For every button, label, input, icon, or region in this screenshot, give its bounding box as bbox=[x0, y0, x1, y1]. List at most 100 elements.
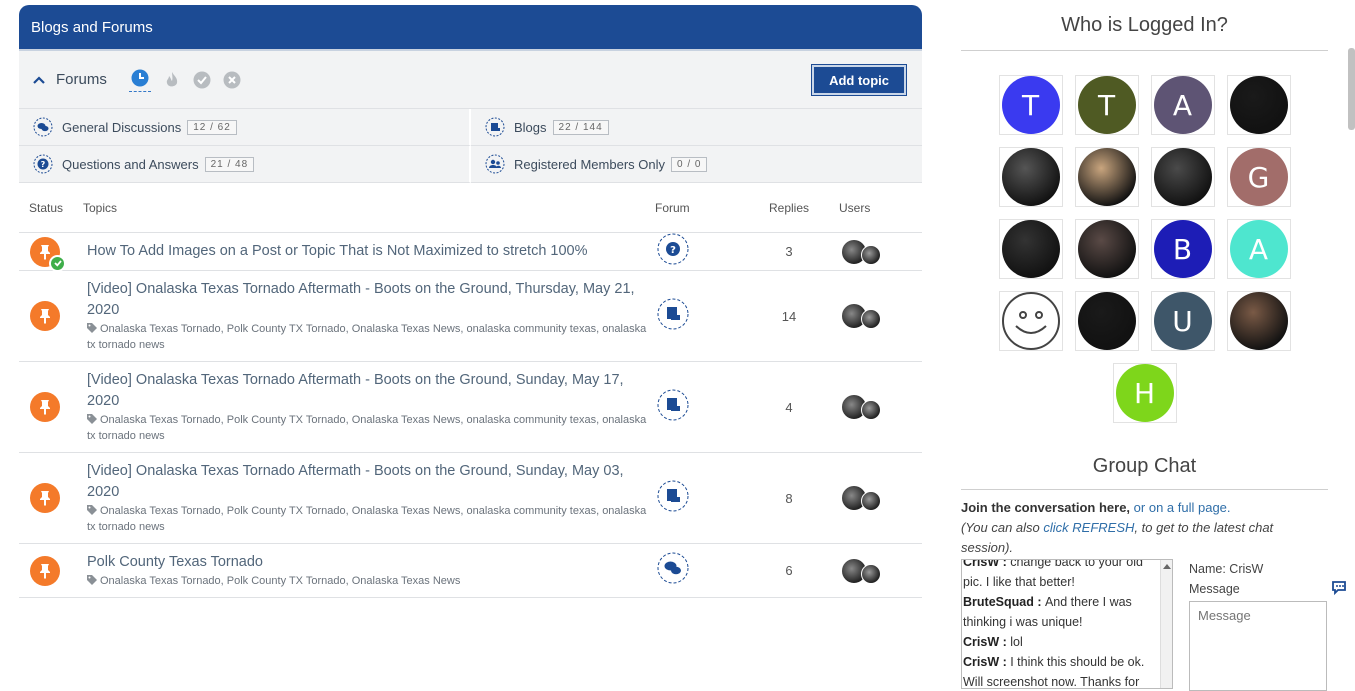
topic-tags-text: Onalaska Texas Tornado, Polk County TX T… bbox=[100, 575, 461, 587]
avatar[interactable]: G bbox=[1229, 148, 1288, 206]
pinned-icon bbox=[30, 301, 60, 331]
avatar[interactable] bbox=[1077, 220, 1136, 278]
user-avatar[interactable] bbox=[861, 309, 881, 329]
table-row[interactable]: [Video] Onalaska Texas Tornado Aftermath… bbox=[19, 362, 922, 453]
logged-in-user[interactable]: T bbox=[998, 75, 1063, 135]
category-registered-members-only[interactable]: Registered Members Only 0 / 0 bbox=[471, 146, 922, 183]
forum-panel: Blogs and Forums Forums Add topic Genera… bbox=[19, 5, 922, 598]
topic-tags-text: Onalaska Texas Tornado, Polk County TX T… bbox=[87, 323, 647, 351]
avatar[interactable] bbox=[1077, 148, 1136, 206]
column-header-status: Status bbox=[29, 200, 64, 215]
pinned-icon bbox=[30, 555, 60, 586]
filter-recent-clock-icon[interactable] bbox=[128, 68, 151, 92]
chat-message-input[interactable] bbox=[1189, 601, 1327, 691]
topic-forum[interactable] bbox=[655, 298, 739, 335]
chat-log[interactable]: CrisW : change back to your old pic. I l… bbox=[961, 559, 1173, 689]
group-chat-title: Group Chat bbox=[1092, 455, 1197, 477]
avatar[interactable]: U bbox=[1153, 292, 1212, 350]
discussion-icon[interactable] bbox=[657, 552, 689, 584]
floating-chat-icon[interactable] bbox=[1330, 578, 1350, 598]
refresh-link[interactable]: click REFRESH bbox=[1043, 520, 1134, 535]
logged-in-user[interactable]: U bbox=[1150, 291, 1215, 351]
user-avatar[interactable] bbox=[861, 244, 881, 265]
topic-forum[interactable] bbox=[655, 552, 739, 589]
topic-title-link[interactable]: [Video] Onalaska Texas Tornado Aftermath… bbox=[87, 279, 655, 321]
chat-message-separator: : bbox=[1033, 595, 1045, 609]
logged-in-user[interactable]: H bbox=[1112, 363, 1177, 423]
filter-closed-x-icon[interactable] bbox=[223, 71, 241, 89]
user-avatar[interactable] bbox=[861, 400, 881, 420]
logged-in-user[interactable]: B bbox=[1150, 219, 1215, 279]
tag-icon bbox=[87, 575, 97, 585]
topic-users[interactable] bbox=[839, 557, 922, 584]
category-questions-and-answers[interactable]: ? Questions and Answers 21 / 48 bbox=[19, 146, 471, 183]
logged-in-user[interactable]: A bbox=[1226, 219, 1291, 279]
table-row[interactable]: How To Add Images on a Post or Topic Tha… bbox=[19, 233, 922, 272]
add-topic-button[interactable]: Add topic bbox=[811, 64, 907, 96]
logged-in-user[interactable] bbox=[998, 291, 1063, 351]
topic-users[interactable] bbox=[839, 303, 922, 329]
avatar[interactable] bbox=[1077, 292, 1136, 350]
avatar[interactable]: A bbox=[1229, 220, 1288, 278]
page-scrollbar-thumb[interactable] bbox=[1348, 48, 1355, 130]
topic-title-link[interactable]: How To Add Images on a Post or Topic Tha… bbox=[87, 241, 655, 262]
user-avatar[interactable] bbox=[861, 491, 881, 511]
blog-icon[interactable] bbox=[657, 389, 689, 421]
logged-in-user[interactable]: T bbox=[1074, 75, 1139, 135]
avatar[interactable]: T bbox=[1001, 76, 1060, 134]
question-icon[interactable]: ? bbox=[657, 233, 689, 265]
topic-forum[interactable] bbox=[655, 480, 739, 517]
user-avatar[interactable] bbox=[861, 563, 881, 584]
topic-title-link[interactable]: Polk County Texas Tornado bbox=[87, 552, 655, 573]
topic-replies: 14 bbox=[781, 308, 797, 324]
smiley-avatar-icon[interactable] bbox=[1001, 292, 1060, 350]
avatar[interactable] bbox=[1001, 220, 1060, 278]
filter-solved-check-icon[interactable] bbox=[193, 71, 211, 89]
topic-title-link[interactable]: [Video] Onalaska Texas Tornado Aftermath… bbox=[87, 461, 655, 503]
blog-icon[interactable] bbox=[657, 480, 689, 512]
chat-scrollbar[interactable] bbox=[1160, 560, 1172, 688]
logged-in-user[interactable] bbox=[1074, 291, 1139, 351]
filter-hot-flame-icon[interactable] bbox=[163, 71, 181, 89]
topic-title-link[interactable]: [Video] Onalaska Texas Tornado Aftermath… bbox=[87, 370, 655, 412]
chat-note-start: (You can also bbox=[961, 520, 1044, 535]
pinned-icon bbox=[30, 483, 60, 513]
full-page-link[interactable]: or on a full page. bbox=[1134, 500, 1231, 515]
category-blogs[interactable]: Blogs 22 / 144 bbox=[471, 109, 922, 146]
topic-users[interactable] bbox=[839, 485, 922, 511]
chat-messages: CrisW : change back to your old pic. I l… bbox=[963, 560, 1158, 688]
avatar[interactable] bbox=[1153, 148, 1212, 206]
logged-in-user[interactable]: A bbox=[1150, 75, 1215, 135]
topic-forum[interactable] bbox=[655, 389, 739, 426]
logged-in-user[interactable] bbox=[1150, 147, 1215, 207]
avatar[interactable]: T bbox=[1077, 76, 1136, 134]
logged-in-user[interactable] bbox=[1226, 75, 1291, 135]
chat-intro: Join the conversation here, or on a full… bbox=[961, 498, 1328, 558]
blog-icon[interactable] bbox=[657, 298, 689, 330]
avatar[interactable]: A bbox=[1153, 76, 1212, 134]
avatar[interactable] bbox=[1229, 76, 1288, 134]
topic-replies: 3 bbox=[785, 244, 793, 259]
table-row[interactable]: [Video] Onalaska Texas Tornado Aftermath… bbox=[19, 453, 922, 544]
topic-users[interactable] bbox=[839, 394, 922, 420]
category-general-discussions[interactable]: General Discussions 12 / 62 bbox=[19, 109, 471, 146]
topic-forum[interactable]: ? bbox=[655, 233, 739, 270]
group-chat-divider bbox=[961, 489, 1328, 490]
column-header-users: Users bbox=[839, 200, 871, 215]
topic-users[interactable] bbox=[839, 238, 922, 265]
avatar[interactable]: B bbox=[1153, 220, 1212, 278]
logged-in-user[interactable] bbox=[998, 219, 1063, 279]
table-row[interactable]: Polk County Texas Tornado Onalaska Texas … bbox=[19, 544, 922, 598]
table-row[interactable]: [Video] Onalaska Texas Tornado Aftermath… bbox=[19, 271, 922, 362]
avatar[interactable] bbox=[1229, 292, 1288, 350]
logged-in-user[interactable]: G bbox=[1226, 147, 1291, 207]
logged-in-user[interactable] bbox=[1226, 291, 1291, 351]
logged-in-user[interactable] bbox=[1074, 147, 1139, 207]
scroll-up-arrow-icon[interactable] bbox=[1162, 564, 1171, 569]
avatar[interactable] bbox=[1001, 148, 1060, 206]
avatar[interactable]: H bbox=[1115, 364, 1174, 422]
tag-icon bbox=[87, 414, 97, 424]
forums-toggle[interactable]: Forums bbox=[32, 71, 107, 88]
logged-in-user[interactable] bbox=[998, 147, 1063, 207]
logged-in-user[interactable] bbox=[1074, 219, 1139, 279]
